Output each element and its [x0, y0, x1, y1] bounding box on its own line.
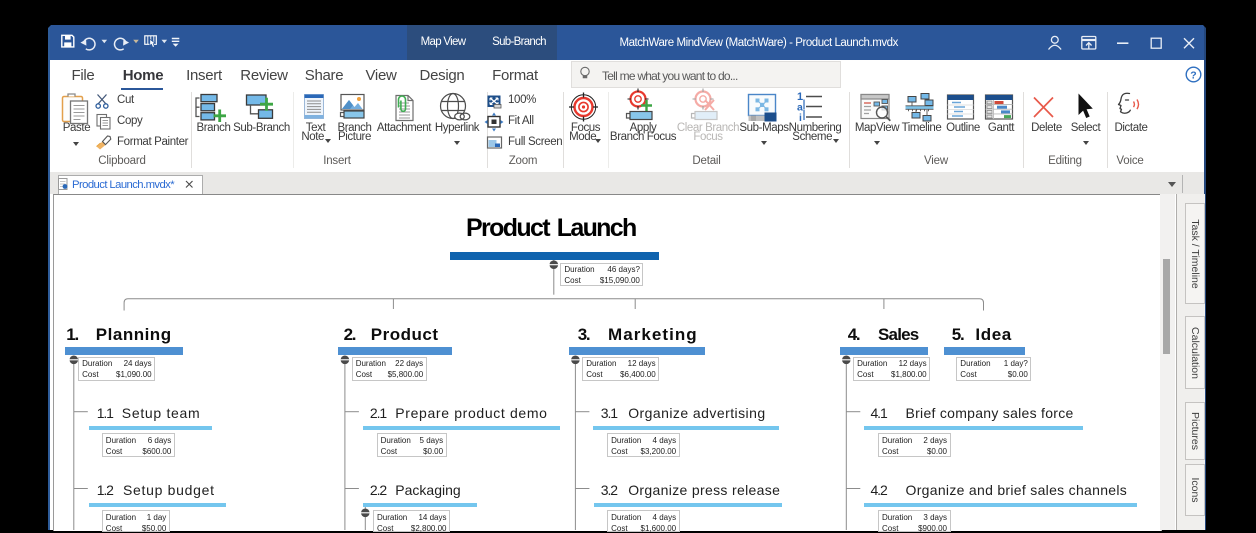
svg-text:?: ? — [1190, 70, 1196, 82]
svg-text:i: i — [799, 112, 802, 124]
